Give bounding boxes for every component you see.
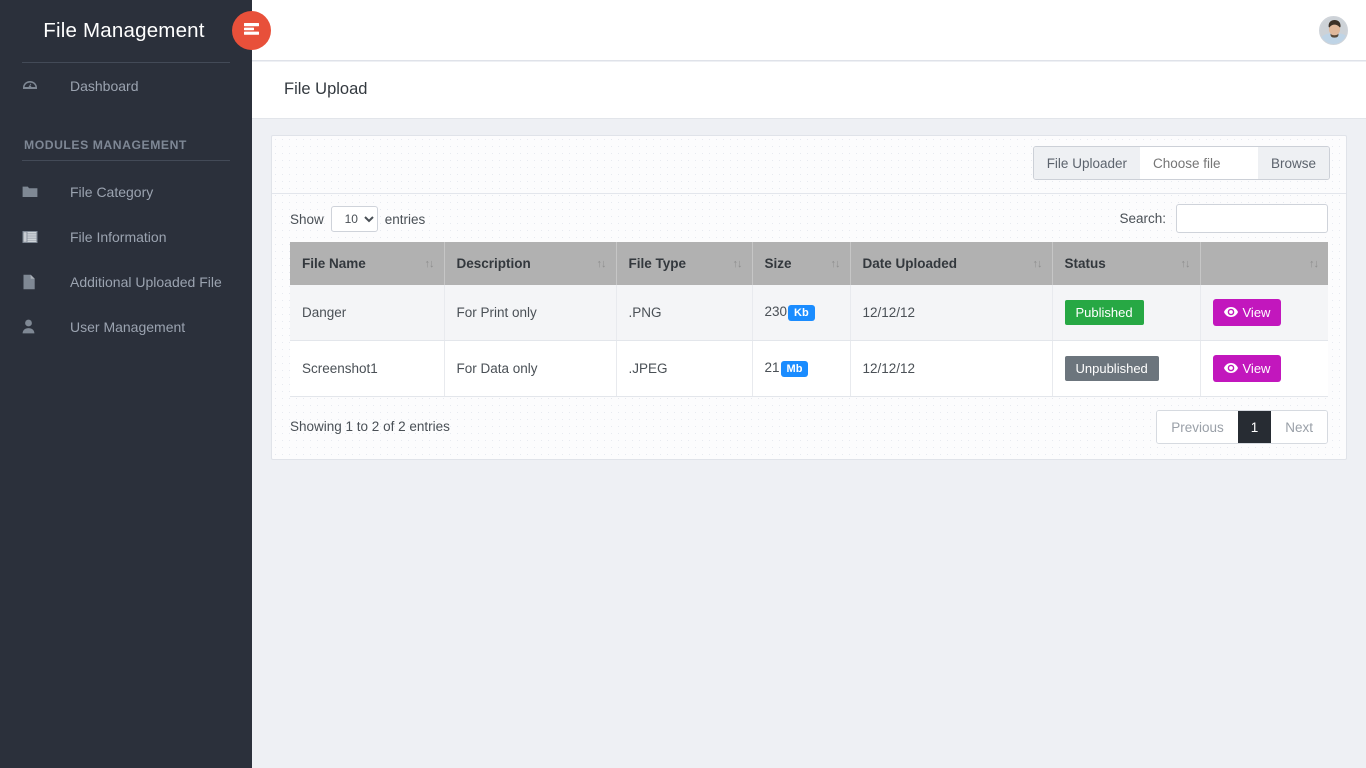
page-header: File Upload [252, 62, 1366, 119]
eye-icon [1224, 305, 1238, 320]
status-badge: Published [1065, 300, 1144, 325]
search-control: Search: [1119, 204, 1328, 233]
sidebar-item-file-category[interactable]: File Category [0, 169, 252, 214]
eye-icon [1224, 361, 1238, 376]
sidebar-item-label: Additional Uploaded File [50, 274, 222, 290]
col-file-name[interactable]: File Name ↑↓ [290, 242, 444, 285]
cell-file-type: .JPEG [616, 341, 752, 397]
size-unit-badge: Mb [781, 361, 809, 377]
cell-description: For Data only [444, 341, 616, 397]
showing-entries-info: Showing 1 to 2 of 2 entries [290, 419, 450, 434]
cell-actions: View [1200, 285, 1328, 341]
sort-icon[interactable]: ↑↓ [597, 258, 606, 270]
col-description[interactable]: Description ↑↓ [444, 242, 616, 285]
entries-select[interactable]: 10 [331, 206, 378, 232]
col-size[interactable]: Size ↑↓ [752, 242, 850, 285]
search-input[interactable] [1176, 204, 1328, 233]
sort-icon[interactable]: ↑↓ [425, 258, 434, 270]
sidebar-section-divider [22, 160, 230, 161]
view-button-label: View [1243, 305, 1271, 320]
sidebar-item-label: User Management [50, 319, 185, 335]
page-title: File Upload [284, 80, 367, 99]
table-wrapper: File Name ↑↓ Description ↑↓ File Type ↑↓ [272, 242, 1346, 397]
dashboard-gauge-icon [22, 78, 50, 94]
cell-file-name: Danger [290, 285, 444, 341]
view-button[interactable]: View [1213, 299, 1282, 326]
size-unit-badge: Kb [788, 305, 815, 321]
size-value: 230 [765, 304, 788, 319]
col-status[interactable]: Status ↑↓ [1052, 242, 1200, 285]
sidebar: File Management Dashboard MODULES MANAGE… [0, 0, 252, 768]
sidebar-toggle-button[interactable] [232, 11, 271, 50]
user-icon [22, 319, 50, 334]
topbar [252, 0, 1366, 61]
sort-icon[interactable]: ↑↓ [1181, 258, 1190, 270]
pagination: Previous 1 Next [1156, 410, 1328, 444]
cell-file-type: .PNG [616, 285, 752, 341]
folder-icon [22, 185, 50, 199]
sort-icon[interactable]: ↑↓ [733, 258, 742, 270]
hamburger-list-icon [243, 22, 260, 39]
sidebar-item-dashboard[interactable]: Dashboard [0, 63, 252, 108]
file-uploader-group: File Uploader Browse [1033, 146, 1330, 180]
file-document-icon [22, 274, 50, 290]
sidebar-section-label: MODULES MANAGEMENT [0, 108, 252, 160]
sort-icon[interactable]: ↑↓ [1033, 258, 1042, 270]
sort-icon[interactable]: ↑↓ [1309, 258, 1318, 270]
sidebar-item-label: File Information [50, 229, 166, 245]
search-label: Search: [1119, 211, 1166, 226]
sidebar-item-user-management[interactable]: User Management [0, 304, 252, 349]
file-upload-table: File Name ↑↓ Description ↑↓ File Type ↑↓ [290, 242, 1328, 397]
cell-date-uploaded: 12/12/12 [850, 285, 1052, 341]
pagination-previous[interactable]: Previous [1157, 411, 1238, 443]
sidebar-item-label: Dashboard [50, 78, 139, 94]
pagination-page-1[interactable]: 1 [1238, 411, 1272, 443]
view-button-label: View [1243, 361, 1271, 376]
entries-label: entries [385, 212, 426, 227]
col-actions[interactable]: ↑↓ [1200, 242, 1328, 285]
browse-button[interactable]: Browse [1258, 147, 1329, 179]
list-table-icon [22, 230, 50, 244]
status-badge: Unpublished [1065, 356, 1159, 381]
show-entries-control: Show 10 entries [290, 206, 425, 232]
col-label: Description [457, 256, 531, 271]
sidebar-item-file-information[interactable]: File Information [0, 214, 252, 259]
brand-title: File Management [0, 0, 252, 62]
avatar[interactable] [1319, 16, 1348, 45]
col-file-type[interactable]: File Type ↑↓ [616, 242, 752, 285]
cell-file-name: Screenshot1 [290, 341, 444, 397]
main-content: File Uploader Browse Show 10 entries Sea… [252, 119, 1366, 768]
cell-actions: View [1200, 341, 1328, 397]
uploader-row: File Uploader Browse [272, 136, 1346, 194]
cell-status: Published [1052, 285, 1200, 341]
col-label: File Type [629, 256, 687, 271]
cell-size: 230Kb [752, 285, 850, 341]
col-date-uploaded[interactable]: Date Uploaded ↑↓ [850, 242, 1052, 285]
cell-size: 21Mb [752, 341, 850, 397]
cell-date-uploaded: 12/12/12 [850, 341, 1052, 397]
file-path-input[interactable] [1140, 147, 1258, 179]
table-row: Danger For Print only .PNG 230Kb 12/12/1… [290, 285, 1328, 341]
table-body: Danger For Print only .PNG 230Kb 12/12/1… [290, 285, 1328, 397]
show-label: Show [290, 212, 324, 227]
size-value: 21 [765, 360, 780, 375]
file-upload-card: File Uploader Browse Show 10 entries Sea… [271, 135, 1347, 460]
col-label: Size [765, 256, 792, 271]
sort-icon[interactable]: ↑↓ [831, 258, 840, 270]
col-label: Status [1065, 256, 1106, 271]
cell-description: For Print only [444, 285, 616, 341]
cell-status: Unpublished [1052, 341, 1200, 397]
col-label: Date Uploaded [863, 256, 958, 271]
table-row: Screenshot1 For Data only .JPEG 21Mb 12/… [290, 341, 1328, 397]
table-footer: Showing 1 to 2 of 2 entries Previous 1 N… [272, 397, 1346, 459]
sidebar-item-additional-uploaded-file[interactable]: Additional Uploaded File [0, 259, 252, 304]
table-header-row: File Name ↑↓ Description ↑↓ File Type ↑↓ [290, 242, 1328, 285]
pagination-next[interactable]: Next [1271, 411, 1327, 443]
view-button[interactable]: View [1213, 355, 1282, 382]
col-label: File Name [302, 256, 366, 271]
sidebar-item-label: File Category [50, 184, 153, 200]
table-tools: Show 10 entries Search: [272, 194, 1346, 242]
file-uploader-label: File Uploader [1034, 147, 1140, 179]
table-head: File Name ↑↓ Description ↑↓ File Type ↑↓ [290, 242, 1328, 285]
